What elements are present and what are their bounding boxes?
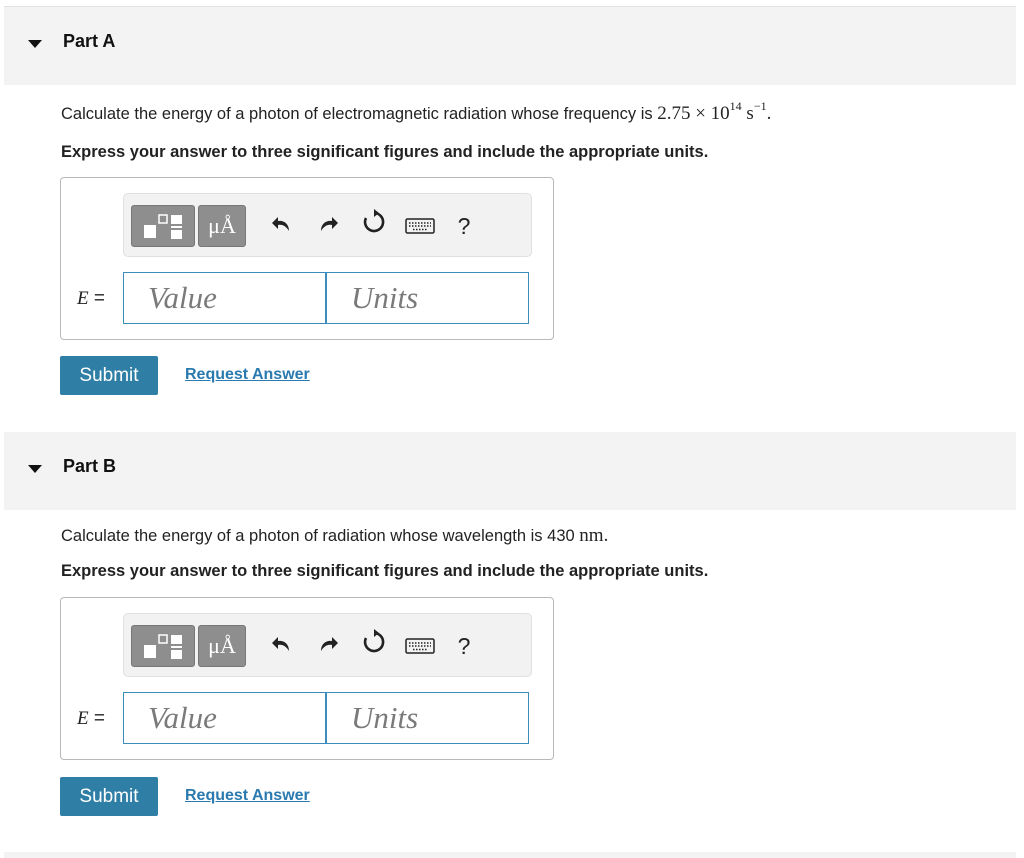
part-b-title: Part B bbox=[63, 456, 117, 476]
question-text: Calculate the energy of a photon of elec… bbox=[61, 105, 653, 123]
part-a-answer-box: μÅ ? E = Value Units bbox=[60, 177, 554, 340]
part-a-header[interactable]: Part A bbox=[4, 7, 1016, 85]
wavelength-unit: nm. bbox=[579, 525, 609, 546]
units-button[interactable]: μÅ bbox=[198, 205, 246, 247]
part-a-question: Calculate the energy of a photon of elec… bbox=[61, 99, 772, 125]
templates-button[interactable] bbox=[131, 205, 195, 247]
reset-icon[interactable] bbox=[357, 208, 391, 244]
part-b-question: Calculate the energy of a photon of radi… bbox=[61, 525, 608, 547]
undo-icon[interactable] bbox=[265, 628, 299, 664]
math-toolbar: μÅ ? bbox=[123, 193, 532, 257]
undo-icon[interactable] bbox=[265, 208, 299, 244]
part-b-answer-box: μÅ ? E = Value Units bbox=[60, 597, 554, 760]
templates-button[interactable] bbox=[131, 625, 195, 667]
variable-label: E = bbox=[77, 288, 105, 309]
redo-icon[interactable] bbox=[311, 208, 345, 244]
templates-icon bbox=[144, 634, 182, 659]
question-text: Calculate the energy of a photon of radi… bbox=[61, 527, 575, 545]
keyboard-icon[interactable] bbox=[403, 208, 437, 244]
part-b-instruction: Express your answer to three significant… bbox=[61, 562, 709, 580]
collapse-caret-icon[interactable] bbox=[28, 465, 42, 473]
request-answer-link[interactable]: Request Answer bbox=[185, 787, 310, 805]
reset-icon[interactable] bbox=[357, 628, 391, 664]
redo-icon[interactable] bbox=[311, 628, 345, 664]
variable-label: E = bbox=[77, 708, 105, 729]
units-button[interactable]: μÅ bbox=[198, 625, 246, 667]
part-a-instruction: Express your answer to three significant… bbox=[61, 143, 709, 161]
frequency-value: 2.75 × 1014 s−1. bbox=[657, 99, 772, 124]
keyboard-icon[interactable] bbox=[403, 628, 437, 664]
math-toolbar: μÅ ? bbox=[123, 613, 532, 677]
value-input[interactable]: Value bbox=[123, 272, 326, 324]
next-section-edge bbox=[4, 852, 1016, 858]
part-b-header[interactable]: Part B bbox=[4, 432, 1016, 510]
part-a-title: Part A bbox=[63, 31, 116, 51]
templates-icon bbox=[144, 214, 182, 239]
submit-button[interactable]: Submit bbox=[60, 777, 158, 816]
units-input[interactable]: Units bbox=[326, 692, 529, 744]
value-input[interactable]: Value bbox=[123, 692, 326, 744]
collapse-caret-icon[interactable] bbox=[28, 40, 42, 48]
units-input[interactable]: Units bbox=[326, 272, 529, 324]
request-answer-link[interactable]: Request Answer bbox=[185, 366, 310, 384]
help-icon[interactable]: ? bbox=[447, 628, 481, 664]
help-icon[interactable]: ? bbox=[447, 208, 481, 244]
submit-button[interactable]: Submit bbox=[60, 356, 158, 395]
